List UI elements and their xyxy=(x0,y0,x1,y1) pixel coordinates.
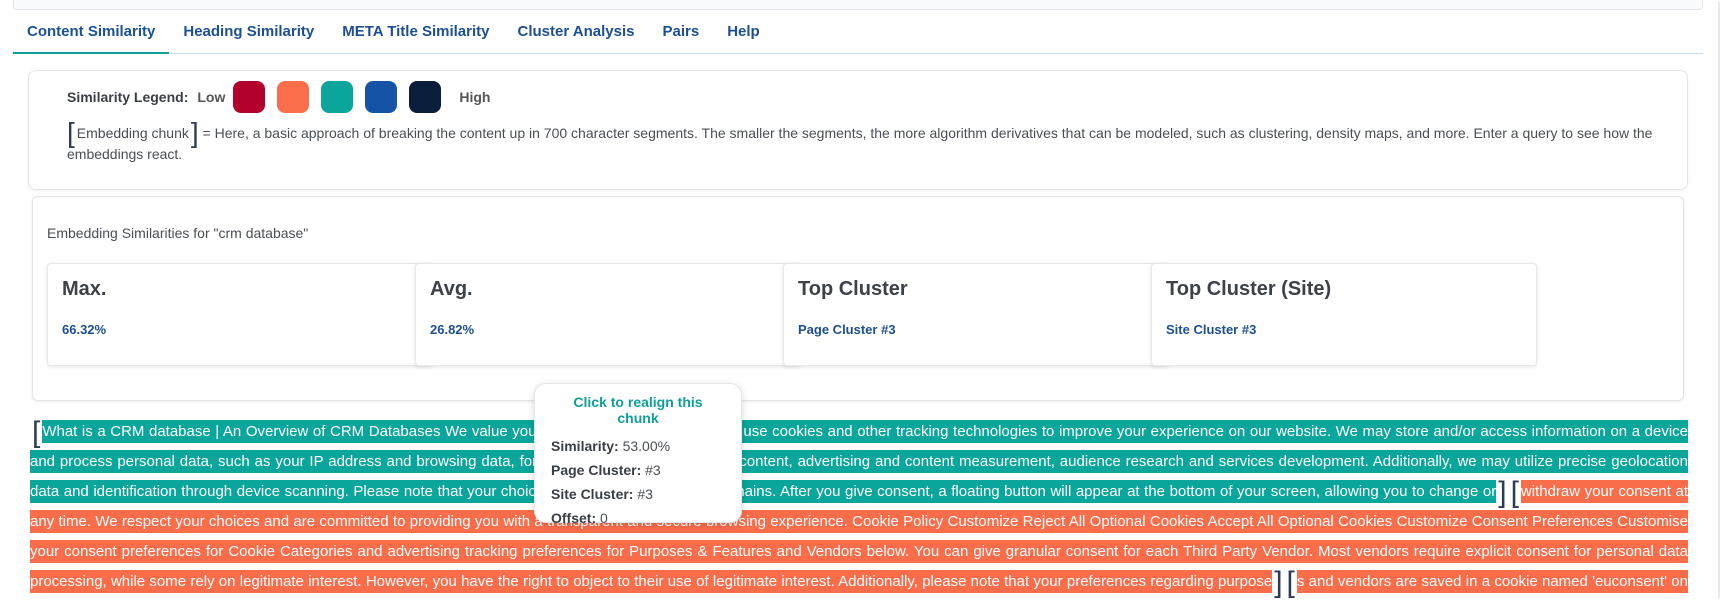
legend-row: Similarity Legend: Low High xyxy=(67,81,490,113)
tooltip-page-cluster-value: #3 xyxy=(645,462,661,478)
content-chunks: [What is a CRM database | An Overview of… xyxy=(30,416,1688,600)
chunk-bracket-right: ] xyxy=(1496,476,1509,509)
tooltip-similarity-value: 53.00% xyxy=(622,438,671,454)
legend-high-label: High xyxy=(459,89,491,105)
chunk-bracket-left: [ xyxy=(1284,566,1297,599)
tooltip-site-cluster-value: #3 xyxy=(637,486,653,502)
realign-chunk-link[interactable]: Click to realign this chunk xyxy=(551,394,725,426)
stat-top-cluster: Top Cluster Page Cluster #3 xyxy=(783,263,1169,366)
stat-top-cluster-value: Page Cluster #3 xyxy=(798,322,896,337)
stat-top-cluster-site-label: Top Cluster (Site) xyxy=(1166,278,1332,300)
embedding-similarities-card: Embedding Similarities for "crm database… xyxy=(32,196,1684,401)
legend-low-label: Low xyxy=(197,89,226,105)
legend-title: Similarity Legend: xyxy=(67,89,189,105)
stat-avg-value: 26.82% xyxy=(430,322,475,337)
tooltip-similarity: Similarity: 53.00% xyxy=(551,436,725,460)
scrollbar-track[interactable] xyxy=(1718,2,1720,598)
page-scrollbar[interactable] xyxy=(1708,0,1728,600)
tab-pairs[interactable]: Pairs xyxy=(649,18,714,54)
legend-swatch-1 xyxy=(233,81,266,113)
tooltip-offset: Offset: 0 xyxy=(551,508,725,532)
chunk-bracket-right: ] xyxy=(1272,566,1285,599)
stat-avg: Avg. 26.82% xyxy=(415,263,801,366)
stat-top-cluster-label: Top Cluster xyxy=(798,278,908,300)
embedding-similarities-heading: Embedding Similarities for "crm database… xyxy=(47,225,309,241)
tooltip-page-cluster-label: Page Cluster: xyxy=(551,462,642,478)
tooltip-offset-value: 0 xyxy=(600,510,608,526)
chunk-tooltip[interactable]: Click to realign this chunk Similarity: … xyxy=(534,383,742,526)
chunk-bracket-left: [ xyxy=(67,117,75,148)
stat-max-value: 66.32% xyxy=(62,322,107,337)
stat-max-label: Max. xyxy=(62,278,107,300)
tooltip-site-cluster: Site Cluster: #3 xyxy=(551,484,725,508)
similarity-legend-card: Similarity Legend: Low High [Embedding c… xyxy=(28,70,1688,190)
embedding-chunk-label: Embedding chunk xyxy=(76,125,189,141)
tab-meta-title-similarity[interactable]: META Title Similarity xyxy=(328,18,503,54)
tooltip-similarity-label: Similarity: xyxy=(551,438,619,454)
stat-top-cluster-site-value: Site Cluster #3 xyxy=(1166,322,1257,337)
legend-description: [Embedding chunk] = Here, a basic approa… xyxy=(67,119,1677,165)
legend-swatch-5 xyxy=(409,81,442,113)
tab-help[interactable]: Help xyxy=(713,18,774,54)
tab-content-similarity[interactable]: Content Similarity xyxy=(13,18,170,54)
legend-swatch-3 xyxy=(321,81,354,113)
tab-cluster-analysis[interactable]: Cluster Analysis xyxy=(504,18,649,54)
stat-max: Max. 66.32% xyxy=(47,263,433,366)
stat-top-cluster-site: Top Cluster (Site) Site Cluster #3 xyxy=(1151,263,1537,366)
chunk-bracket-left: [ xyxy=(1508,476,1521,509)
tab-heading-similarity[interactable]: Heading Similarity xyxy=(169,18,328,54)
tab-bar: Content Similarity Heading Similarity ME… xyxy=(13,18,1703,54)
chunk-bracket-right: ] xyxy=(190,117,199,148)
chunk-bracket-left: [ xyxy=(30,416,43,449)
top-panel-edge xyxy=(13,0,1703,10)
stat-avg-label: Avg. xyxy=(430,278,473,300)
legend-description-text: = Here, a basic approach of breaking the… xyxy=(67,125,1653,162)
embedding-chunk[interactable]: What is a CRM database | An Overview of … xyxy=(30,420,1688,503)
legend-swatch-2 xyxy=(277,81,310,113)
tooltip-offset-label: Offset: xyxy=(551,510,597,526)
tooltip-site-cluster-label: Site Cluster: xyxy=(551,486,634,502)
legend-swatch-4 xyxy=(365,81,398,113)
tooltip-page-cluster: Page Cluster: #3 xyxy=(551,460,725,484)
